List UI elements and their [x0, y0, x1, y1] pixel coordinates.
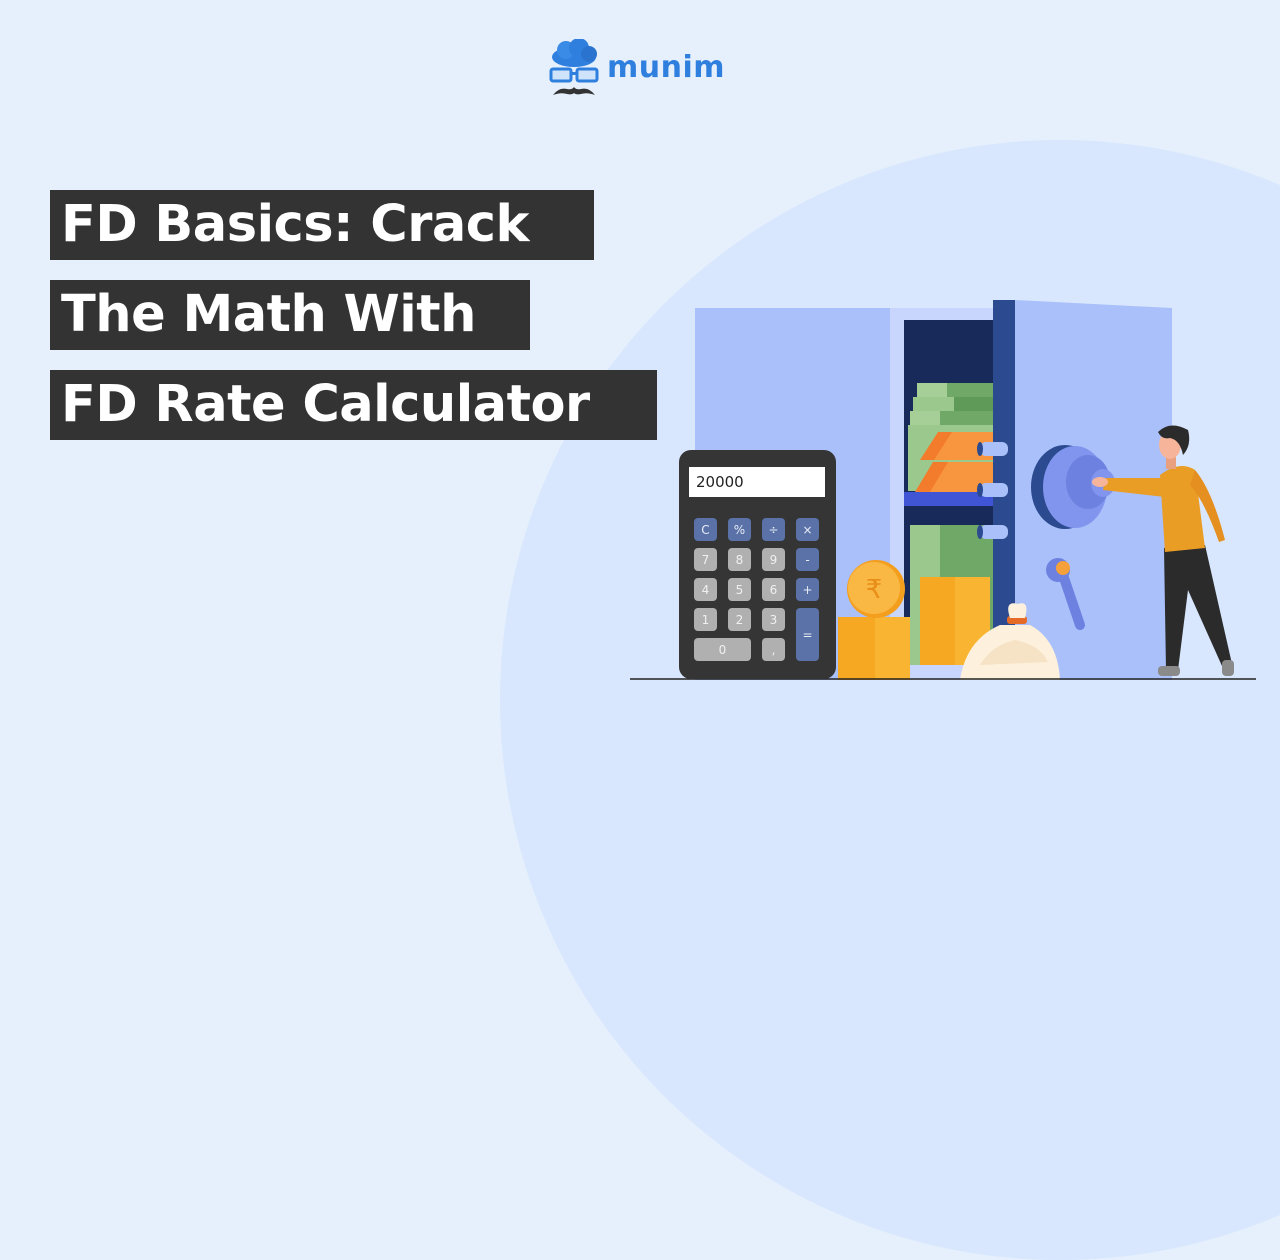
fd-illustration: ₹ — [630, 300, 1256, 680]
calculator-key: 6 — [762, 578, 785, 601]
rupee-coin: ₹ — [847, 560, 905, 618]
calculator-key: × — [796, 518, 819, 541]
calculator-key: + — [796, 578, 819, 601]
calculator-key: % — [728, 518, 751, 541]
calculator-key: ÷ — [762, 518, 785, 541]
calculator-key: = — [796, 608, 819, 661]
calculator-key: 8 — [728, 548, 751, 571]
calculator-key: - — [796, 548, 819, 571]
calculator-key: 1 — [694, 608, 717, 631]
calculator: 20000 C% ÷ × 7 8 9- 4 5 6 +1 2 3 = 0, — [679, 450, 836, 679]
calculator-key: 0 — [694, 638, 751, 661]
calculator-key: 5 — [728, 578, 751, 601]
calculator-key: 3 — [762, 608, 785, 631]
calculator-key: 4 — [694, 578, 717, 601]
calculator-key: 2 — [728, 608, 751, 631]
calculator-key: 7 — [694, 548, 717, 571]
calculator-key: , — [762, 638, 785, 661]
calculator-key: 9 — [762, 548, 785, 571]
calculator-display: 20000 — [689, 467, 825, 497]
calculator-key: C — [694, 518, 717, 541]
rupee-symbol: ₹ — [866, 575, 883, 605]
